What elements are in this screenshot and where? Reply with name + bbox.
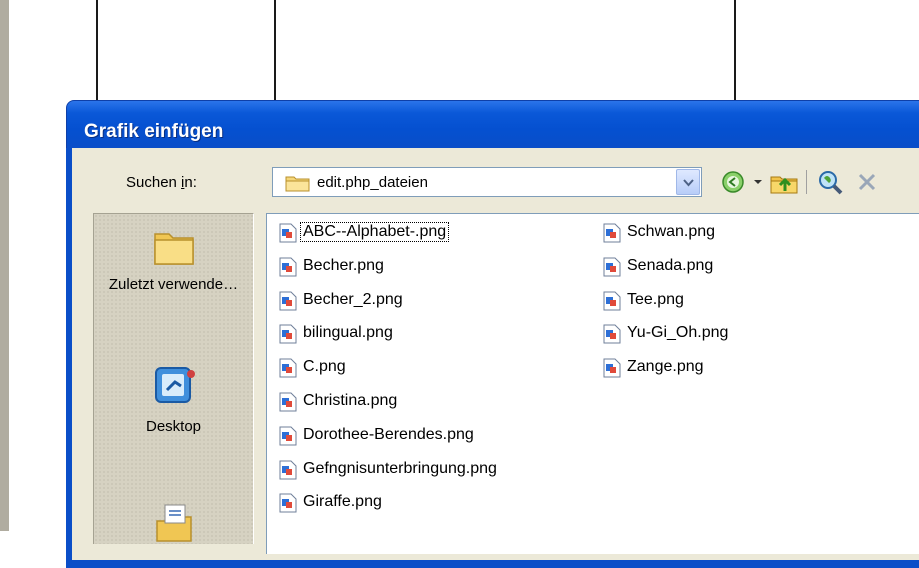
file-name: Zange.png bbox=[627, 358, 704, 376]
file-name: Giraffe.png bbox=[303, 493, 382, 511]
file-name: Gefngnisunterbringung.png bbox=[303, 459, 497, 477]
png-file-icon bbox=[279, 223, 297, 243]
delete-icon[interactable] bbox=[854, 168, 880, 196]
back-arrow-icon[interactable] bbox=[718, 168, 748, 196]
png-file-icon bbox=[279, 257, 297, 277]
file-name: Senada.png bbox=[627, 256, 714, 274]
png-file-icon bbox=[603, 291, 621, 311]
file-name: Tee.png bbox=[627, 290, 684, 308]
png-file-icon bbox=[603, 324, 621, 344]
file-name: Christina.png bbox=[303, 392, 398, 409]
png-file-icon bbox=[279, 460, 297, 480]
file-name: Yu-Gi_Oh.png bbox=[627, 324, 729, 342]
png-file-icon bbox=[279, 493, 297, 513]
file-name: Becher_2.png bbox=[303, 290, 403, 308]
recent-folder-icon bbox=[153, 233, 194, 265]
png-file-icon bbox=[279, 291, 297, 311]
look-in-dropdown[interactable]: edit.php_dateien bbox=[272, 167, 702, 197]
insert-picture-dialog: Grafik einfügen Suchen in: edit.php_date… bbox=[66, 100, 919, 568]
table-line bbox=[274, 0, 276, 100]
file-name: ABC--Alphabet-.png bbox=[299, 222, 450, 242]
dialog-title: Grafik einfügen bbox=[84, 121, 224, 142]
place-my-documents[interactable] bbox=[94, 499, 253, 550]
place-desktop-label: Desktop bbox=[145, 418, 202, 435]
file-name: Schwan.png bbox=[627, 223, 716, 240]
back-history-dropdown-icon[interactable] bbox=[752, 168, 764, 196]
table-line bbox=[96, 0, 98, 100]
left-margin bbox=[0, 0, 9, 531]
title-bar[interactable]: Grafik einfügen bbox=[66, 100, 919, 149]
toolbar-separator bbox=[806, 170, 807, 194]
file-name: C.png bbox=[303, 358, 346, 376]
place-recent-label: Zuletzt verwende… bbox=[108, 276, 239, 293]
current-folder-text: edit.php_dateien bbox=[317, 174, 428, 191]
file-name: Becher.png bbox=[303, 256, 384, 274]
look-in-label: Suchen in: bbox=[126, 174, 197, 191]
place-desktop[interactable]: Desktop bbox=[94, 362, 253, 436]
png-file-icon bbox=[603, 257, 621, 277]
file-name: bilingual.png bbox=[303, 324, 393, 342]
table-line bbox=[734, 0, 736, 100]
chevron-down-icon bbox=[683, 179, 694, 187]
place-recent[interactable]: Zuletzt verwende… bbox=[94, 222, 253, 294]
png-file-icon bbox=[603, 358, 621, 378]
png-file-icon bbox=[603, 223, 621, 243]
dropdown-button[interactable] bbox=[676, 169, 700, 195]
png-file-icon bbox=[279, 392, 297, 412]
png-file-icon bbox=[279, 358, 297, 378]
png-file-icon bbox=[279, 324, 297, 344]
my-documents-icon bbox=[155, 504, 192, 542]
desktop-icon bbox=[154, 367, 195, 403]
dialog-body: Suchen in: edit.php_dateien Zuletzt verw… bbox=[72, 148, 919, 560]
search-web-icon[interactable] bbox=[816, 168, 844, 196]
folder-icon bbox=[285, 176, 310, 192]
up-folder-icon[interactable] bbox=[769, 168, 799, 196]
png-file-icon bbox=[279, 426, 297, 446]
places-bar: Zuletzt verwende… Desktop bbox=[93, 213, 254, 544]
file-list[interactable]: ABC--Alphabet-.png Becher.png Becher_2.png… bbox=[266, 213, 919, 554]
file-name: Dorothee-Berendes.png bbox=[303, 425, 474, 443]
